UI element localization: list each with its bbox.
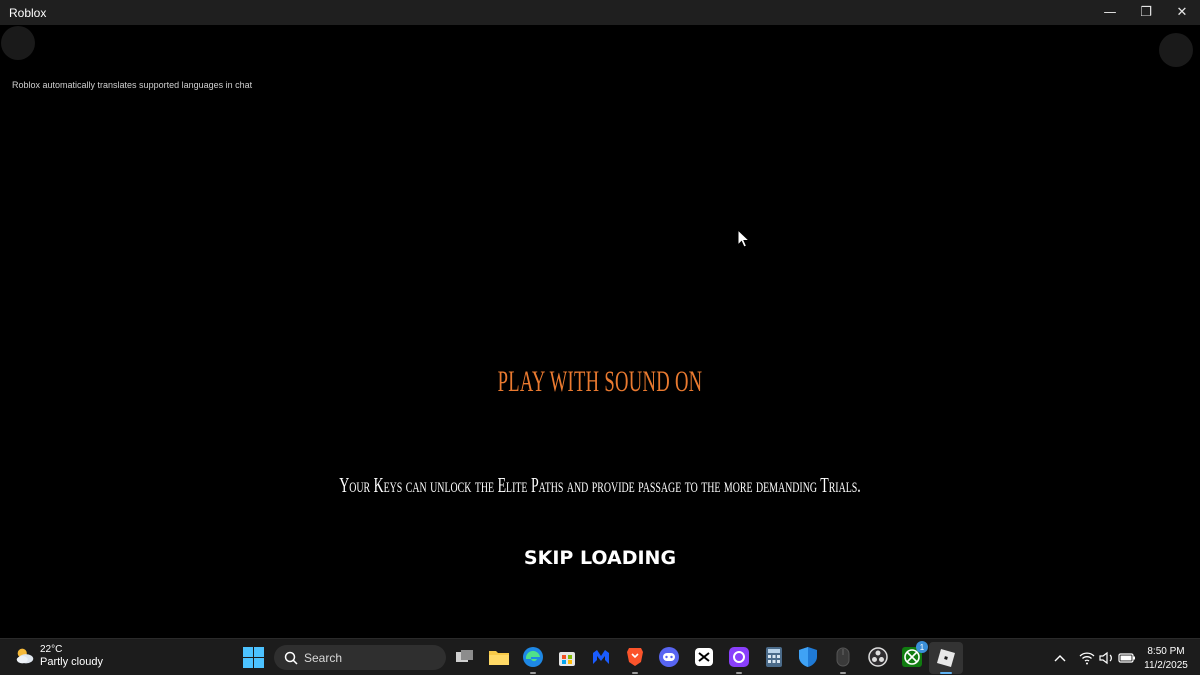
edge-icon[interactable] (521, 645, 545, 674)
microsoft-store-icon[interactable] (555, 645, 579, 669)
search-icon (284, 651, 298, 665)
title-bar: Roblox — ❐ ✕ (0, 0, 1200, 25)
taskbar-search[interactable]: Search (274, 645, 446, 670)
capcut-icon[interactable] (692, 645, 716, 669)
brave-icon[interactable] (623, 645, 647, 674)
proton-vpn-icon[interactable] (727, 645, 751, 674)
wifi-icon[interactable] (1078, 649, 1096, 667)
minimize-button[interactable]: — (1092, 0, 1128, 25)
weather-condition: Partly cloudy (40, 656, 103, 668)
partly-cloudy-icon (16, 648, 34, 664)
clock-date: 11/2/2025 (1144, 660, 1188, 671)
system-tray[interactable] (1078, 639, 1138, 675)
volume-icon[interactable] (1098, 649, 1116, 667)
xbox-icon[interactable]: 1 (900, 641, 928, 669)
taskbar: 22°C Partly cloudy Search 1 8:50 PM 11/2… (0, 638, 1200, 675)
defender-icon[interactable] (796, 645, 820, 669)
chevron-up-icon (1054, 654, 1066, 661)
skip-loading-button[interactable]: SKIP LOADING (520, 543, 680, 573)
top-right-circle-button[interactable] (1159, 33, 1193, 67)
roblox-menu-button[interactable] (1, 26, 35, 60)
file-explorer-icon[interactable] (487, 645, 511, 669)
weather-widget[interactable]: 22°C Partly cloudy (14, 643, 103, 669)
windows-start-icon[interactable] (243, 647, 264, 668)
show-hidden-icons[interactable] (1054, 639, 1066, 675)
play-with-sound-title: PLAY WITH SOUND ON (497, 365, 703, 398)
clock-time: 8:50 PM (1147, 646, 1185, 657)
taskbar-clock[interactable]: 8:50 PM 11/2/2025 (1138, 645, 1194, 673)
window-controls: — ❐ ✕ (1092, 0, 1200, 25)
battery-icon[interactable] (1118, 649, 1136, 667)
mouse-cursor-icon (737, 229, 751, 248)
search-label: Search (304, 650, 343, 665)
xbox-notification-badge: 1 (916, 641, 928, 653)
obs-icon[interactable] (866, 645, 890, 669)
restore-button[interactable]: ❐ (1128, 0, 1164, 25)
game-viewport[interactable]: Roblox automatically translates supporte… (0, 25, 1200, 638)
mouse-app-icon[interactable] (831, 645, 855, 674)
loading-tip: Your Keys can unlock the Elite Paths and… (339, 473, 861, 497)
window-title: Roblox (9, 5, 47, 20)
close-button[interactable]: ✕ (1164, 0, 1200, 25)
discord-icon[interactable] (657, 645, 681, 669)
calculator-icon[interactable] (762, 645, 786, 669)
weather-temperature: 22°C (40, 644, 63, 655)
malwarebytes-icon[interactable] (589, 645, 613, 669)
task-view-icon[interactable] (453, 645, 477, 669)
translate-notice: Roblox automatically translates supporte… (12, 80, 253, 90)
roblox-icon[interactable] (929, 642, 963, 674)
